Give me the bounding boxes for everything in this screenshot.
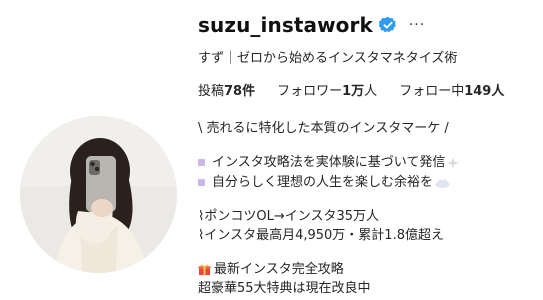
gift-icon: [198, 264, 211, 275]
sparkle-icon: [447, 156, 460, 169]
bio-line-6: 最新インスタ完全攻略: [198, 258, 344, 277]
purple-square-icon: [198, 179, 205, 186]
followers-suffix: 人: [364, 84, 378, 99]
bio-line-6-text: 最新インスタ完全攻略: [214, 262, 344, 277]
purple-square-icon: [198, 159, 205, 166]
bio-line-5: ⌇インスタ最高月4,950万・累計1.8億超え: [198, 228, 444, 243]
more-options-button[interactable]: ···: [409, 17, 425, 33]
followers-label: フォロワー: [277, 84, 343, 99]
posts-label: 投稿: [198, 84, 225, 99]
bio-line-2: インスタ攻略法を実体験に基づいて発信: [198, 151, 460, 170]
username: suzu_instawork: [198, 13, 373, 37]
avatar-photo: [20, 116, 177, 273]
cloud-icon: [435, 178, 450, 188]
bio-line-1: \ 売れるに特化した本質のインスタマーケ /: [198, 121, 449, 136]
bio-line-2-text: インスタ攻略法を実体験に基づいて発信: [212, 155, 446, 170]
posts-count[interactable]: 投稿78件: [198, 80, 255, 99]
bio-line-7: 超豪華55大特典は現在改良中: [198, 281, 371, 296]
following-label: フォロー中: [399, 84, 465, 99]
bio-line-3: 自分らしく理想の人生を楽しむ余裕を: [198, 171, 450, 190]
followers-value: 1万: [342, 84, 365, 99]
following-value: 149人: [464, 84, 505, 99]
posts-value: 78件: [224, 84, 256, 99]
followers-count[interactable]: フォロワー1万人: [277, 80, 377, 99]
bio-line-3-text: 自分らしく理想の人生を楽しむ余裕を: [212, 175, 434, 190]
profile-stats: 投稿78件 フォロワー1万人 フォロー中149人: [198, 80, 526, 99]
profile-avatar[interactable]: [20, 116, 177, 273]
profile-header: suzu_instawork ···: [198, 11, 425, 39]
bio-line-4: ⌇ポンコツOL→インスタ35万人: [198, 209, 379, 224]
profile-name-line: すず｜ゼロから始めるインスタマネタイズ術: [198, 51, 458, 66]
verified-badge-icon: [378, 16, 397, 34]
following-count[interactable]: フォロー中149人: [399, 80, 504, 99]
